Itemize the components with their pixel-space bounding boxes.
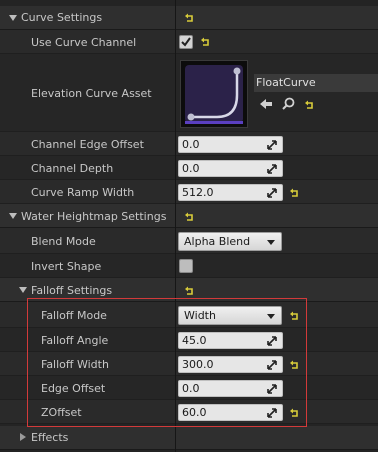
property-edge-offset: Edge Offset 0.0 xyxy=(0,376,378,400)
reset-to-default-icon[interactable] xyxy=(185,13,195,23)
checkmark-icon xyxy=(181,37,191,47)
blend-mode-dropdown[interactable]: Alpha Blend xyxy=(178,232,282,251)
chevron-down-icon xyxy=(267,240,275,245)
reset-to-default-icon[interactable] xyxy=(305,100,315,110)
drag-value-icon[interactable] xyxy=(267,408,277,418)
chevron-down-icon xyxy=(267,314,275,319)
property-label: Falloff Mode xyxy=(41,309,107,322)
category-effects[interactable]: Effects xyxy=(0,426,378,450)
reset-to-default-icon[interactable] xyxy=(290,408,300,418)
input-value: 512.0 xyxy=(182,186,214,199)
property-falloff-width: Falloff Width 300.0 xyxy=(0,352,378,376)
input-value: 0.0 xyxy=(182,382,200,395)
property-label: Channel Depth xyxy=(31,162,114,175)
reset-to-default-icon[interactable] xyxy=(185,286,195,296)
property-channel-depth: Channel Depth 0.0 xyxy=(0,156,378,180)
property-label: Use Curve Channel xyxy=(31,36,137,49)
property-label: Elevation Curve Asset xyxy=(31,87,152,100)
property-label: Edge Offset xyxy=(41,382,106,395)
category-water-heightmap-settings[interactable]: Water Heightmap Settings xyxy=(0,204,378,228)
channel-edge-offset-input[interactable]: 0.0 xyxy=(178,136,283,153)
property-zoffset: ZOffset 60.0 xyxy=(0,400,378,424)
edge-offset-input[interactable]: 0.0 xyxy=(178,380,283,397)
use-selected-arrow-icon[interactable] xyxy=(259,98,273,110)
reset-to-default-icon[interactable] xyxy=(290,360,300,370)
drag-value-icon[interactable] xyxy=(267,360,277,370)
property-elevation-curve-asset: Elevation Curve Asset FloatCurve xyxy=(0,54,378,132)
browse-search-icon[interactable] xyxy=(282,97,295,110)
curve-ramp-width-input[interactable]: 512.0 xyxy=(178,184,283,201)
property-falloff-angle: Falloff Angle 45.0 xyxy=(0,328,378,352)
channel-depth-input[interactable]: 0.0 xyxy=(178,160,283,177)
property-label: Invert Shape xyxy=(31,260,102,273)
property-curve-ramp-width: Curve Ramp Width 512.0 xyxy=(0,180,378,204)
falloff-mode-dropdown[interactable]: Width xyxy=(178,306,282,325)
input-value: 60.0 xyxy=(182,406,207,419)
invert-shape-checkbox[interactable] xyxy=(179,259,193,273)
reset-to-default-icon[interactable] xyxy=(185,212,195,222)
falloff-width-input[interactable]: 300.0 xyxy=(178,356,283,373)
asset-name: FloatCurve xyxy=(256,76,316,89)
property-label: Channel Edge Offset xyxy=(31,138,144,151)
collapse-arrow-icon[interactable] xyxy=(9,15,17,21)
expand-arrow-icon[interactable] xyxy=(20,433,26,441)
property-use-curve-channel: Use Curve Channel xyxy=(0,30,378,54)
property-invert-shape: Invert Shape xyxy=(0,254,378,278)
category-title: Falloff Settings xyxy=(31,284,113,297)
falloff-angle-input[interactable]: 45.0 xyxy=(178,332,283,349)
use-curve-channel-checkbox[interactable] xyxy=(179,35,193,49)
input-value: 0.0 xyxy=(182,162,200,175)
float-curve-thumbnail-icon xyxy=(185,65,243,124)
collapse-arrow-icon[interactable] xyxy=(9,213,17,219)
dropdown-value: Alpha Blend xyxy=(184,235,251,248)
drag-value-icon[interactable] xyxy=(267,164,277,174)
property-blend-mode: Blend Mode Alpha Blend xyxy=(0,228,378,254)
property-label: Curve Ramp Width xyxy=(31,186,135,199)
input-value: 0.0 xyxy=(182,138,200,151)
category-curve-settings[interactable]: Curve Settings xyxy=(0,6,378,30)
drag-value-icon[interactable] xyxy=(267,336,277,346)
drag-value-icon[interactable] xyxy=(267,140,277,150)
property-label: Falloff Width xyxy=(41,358,109,371)
property-channel-edge-offset: Channel Edge Offset 0.0 xyxy=(0,132,378,156)
reset-to-default-icon[interactable] xyxy=(290,188,300,198)
drag-value-icon[interactable] xyxy=(267,188,277,198)
asset-name-field[interactable]: FloatCurve xyxy=(254,74,378,92)
drag-value-icon[interactable] xyxy=(267,384,277,394)
category-title: Curve Settings xyxy=(21,11,103,24)
category-title: Water Heightmap Settings xyxy=(21,210,167,223)
reset-to-default-icon[interactable] xyxy=(201,37,211,47)
input-value: 45.0 xyxy=(182,334,207,347)
curve-asset-thumbnail[interactable] xyxy=(180,60,248,128)
category-title: Effects xyxy=(31,431,69,444)
reset-to-default-icon[interactable] xyxy=(290,311,300,321)
zoffset-input[interactable]: 60.0 xyxy=(178,404,283,421)
property-label: Blend Mode xyxy=(31,235,96,248)
collapse-arrow-icon[interactable] xyxy=(19,287,27,293)
input-value: 300.0 xyxy=(182,358,214,371)
property-label: Falloff Angle xyxy=(41,334,109,347)
property-falloff-mode: Falloff Mode Width xyxy=(0,302,378,328)
column-divider[interactable] xyxy=(175,0,176,452)
category-falloff-settings[interactable]: Falloff Settings xyxy=(0,278,378,302)
property-label: ZOffset xyxy=(41,406,82,419)
dropdown-value: Width xyxy=(184,309,216,322)
